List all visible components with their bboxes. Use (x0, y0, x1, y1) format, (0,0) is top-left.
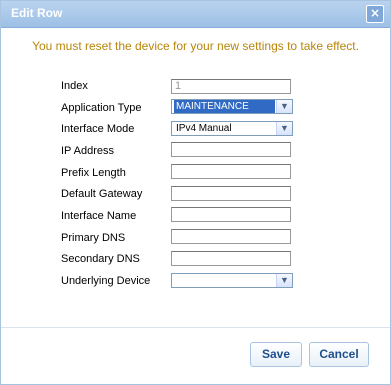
prefix-length-field[interactable] (171, 164, 291, 179)
interface-name-label: Interface Name (61, 210, 137, 222)
save-button[interactable]: Save (250, 342, 302, 367)
dialog-titlebar[interactable]: Edit Row × (1, 1, 390, 28)
chevron-down-icon[interactable]: ▼ (276, 274, 292, 287)
primary-dns-label: Primary DNS (61, 232, 126, 244)
chevron-down-icon[interactable]: ▼ (276, 122, 292, 135)
cancel-button[interactable]: Cancel (309, 342, 369, 367)
chevron-down-icon[interactable]: ▼ (276, 100, 292, 113)
underlying-device-select[interactable]: ▼ (171, 273, 293, 288)
application-type-label: Application Type (61, 102, 142, 114)
primary-dns-field[interactable] (171, 229, 291, 244)
default-gateway-label: Default Gateway (61, 188, 143, 200)
interface-mode-select[interactable]: IPv4 Manual ▼ (171, 121, 293, 136)
secondary-dns-field[interactable] (171, 251, 291, 266)
edit-row-dialog: Edit Row × You must reset the device for… (0, 0, 391, 385)
reset-notice: You must reset the device for your new s… (32, 39, 359, 53)
index-label: Index (61, 80, 88, 92)
ip-address-label: IP Address (61, 145, 114, 157)
secondary-dns-label: Secondary DNS (61, 253, 140, 265)
ip-address-field[interactable] (171, 142, 291, 157)
dialog-title: Edit Row (11, 6, 63, 20)
underlying-device-value (174, 274, 275, 287)
application-type-select[interactable]: MAINTENANCE ▼ (171, 99, 293, 114)
close-icon[interactable]: × (366, 5, 384, 23)
prefix-length-label: Prefix Length (61, 167, 126, 179)
footer-divider (1, 327, 390, 328)
interface-mode-label: Interface Mode (61, 123, 135, 135)
interface-name-field[interactable] (171, 207, 291, 222)
index-field[interactable]: 1 (171, 79, 291, 94)
underlying-device-label: Underlying Device (61, 275, 151, 287)
interface-mode-value: IPv4 Manual (176, 123, 232, 134)
application-type-value: MAINTENANCE (174, 100, 275, 113)
default-gateway-field[interactable] (171, 186, 291, 201)
